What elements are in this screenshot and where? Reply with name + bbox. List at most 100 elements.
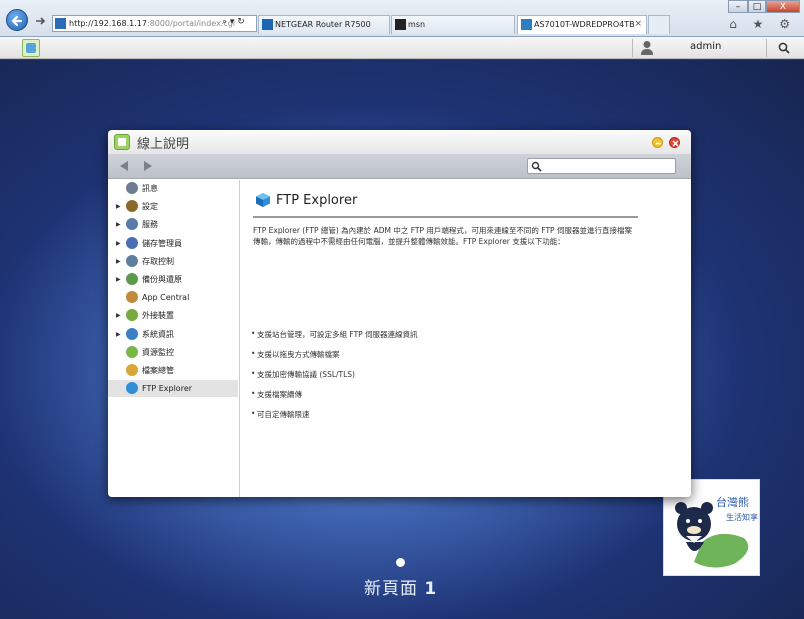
backup-icon: [126, 273, 138, 285]
access-control-icon: [126, 254, 138, 267]
sidebar-item-label: 資源監控: [142, 347, 174, 357]
sidebar-item-label: 檔案總管: [142, 366, 174, 375]
adm-home-button[interactable]: [22, 39, 40, 57]
expand-arrow-icon[interactable]: ▶: [116, 198, 121, 215]
home-icon: [26, 43, 36, 53]
browser-forward-button[interactable]: [33, 14, 47, 28]
content-title: FTP Explorer: [276, 193, 358, 208]
services-icon: [126, 218, 138, 231]
sidebar-item-label: 備份與還原: [142, 275, 182, 284]
help-window-title: 線上說明: [137, 137, 190, 152]
msn-icon: [395, 19, 406, 30]
tab-label: AS7010T-WDREDPRO4TB: [534, 20, 635, 29]
sidebar-item[interactable]: ▶ 設定: [108, 198, 238, 215]
sidebar-item-label: App Central: [142, 293, 190, 303]
content-intro: FTP Explorer (FTP 總管) 為內建於 ADM 中之 FTP 用戶…: [253, 226, 632, 246]
sidebar-item[interactable]: ▶ 儲存管理員: [108, 235, 238, 252]
browser-toolbar: http://192.168.1.17:8000/portal/index.cg…: [0, 0, 804, 37]
sidebar-item[interactable]: App Central: [108, 289, 238, 306]
sidebar-item[interactable]: FTP Explorer: [108, 380, 238, 398]
page-indicator-dot[interactable]: [396, 558, 405, 567]
expand-arrow-icon[interactable]: ▶: [116, 307, 121, 324]
search-icon: [531, 161, 542, 172]
info-icon: [126, 182, 138, 194]
minimize-window-button[interactable]: [652, 137, 663, 148]
forward-arrow-icon[interactable]: [142, 160, 154, 172]
tab-label: NETGEAR Router R7500: [275, 20, 371, 29]
netgear-icon: [262, 19, 273, 30]
svg-text:台灣熊: 台灣熊: [716, 495, 749, 509]
expand-arrow-icon[interactable]: ▶: [116, 253, 121, 270]
user-icon[interactable]: [640, 40, 654, 55]
expand-arrow-icon[interactable]: ▶: [116, 235, 121, 252]
help-search-input[interactable]: [527, 158, 676, 174]
tab-label: msn: [408, 20, 426, 29]
storage-icon: [126, 236, 138, 249]
expand-arrow-icon[interactable]: ▶: [116, 326, 121, 343]
adm-top-bar: admin: [0, 37, 804, 59]
page-label: 新頁面 1: [364, 574, 437, 599]
user-name[interactable]: admin: [690, 41, 721, 52]
sidebar-item-label: 設定: [142, 202, 158, 212]
sidebar-item-label: 服務: [142, 220, 158, 230]
sidebar-item[interactable]: 資源監控: [108, 344, 238, 361]
sidebar-item-label: 存取控制: [142, 256, 174, 266]
resource-monitor-icon: [126, 345, 138, 358]
expand-arrow-icon[interactable]: ▶: [116, 216, 121, 233]
close-window-button[interactable]: X: [766, 0, 800, 13]
system-info-icon: [126, 327, 138, 340]
ftp-explorer-icon: [256, 193, 270, 207]
sidebar-item-label: 外接裝置: [142, 311, 174, 321]
address-url-host: http://192.168.1.17: [69, 19, 147, 28]
help-app-icon: [114, 134, 130, 150]
search-icon[interactable]: [778, 42, 790, 54]
address-tools[interactable]: ⌕ ▾ ↻: [222, 17, 245, 27]
page-number: 1: [424, 579, 438, 599]
divider: [632, 39, 633, 57]
close-tab-icon[interactable]: ×: [634, 16, 642, 33]
command-icons[interactable]: ⌂ ★ ⚙: [729, 17, 796, 31]
help-content: FTP Explorer FTP Explorer (FTP 總管) 為內建於 …: [241, 180, 691, 497]
sidebar-item-label: 儲存管理員: [142, 238, 182, 248]
sidebar-item[interactable]: ▶ 備份與還原: [108, 271, 238, 288]
online-help-window: 線上說明 訊息 ▶ 設定 ▶ 服務 ▶ 儲存管理員 ▶ 存取控制 ▶ 備份與還原 App Centra…: [108, 130, 691, 497]
site-icon: [55, 18, 66, 29]
app-central-icon: [126, 291, 138, 304]
help-window-titlebar[interactable]: 線上說明: [108, 130, 691, 154]
asustor-icon: [521, 19, 532, 30]
divider: [766, 39, 767, 57]
expand-arrow-icon[interactable]: ▶: [116, 271, 121, 288]
feature-item: 支援站台管理，可設定多組 FTP 伺服器連線資訊: [251, 329, 418, 340]
external-device-icon: [126, 309, 138, 322]
browser-back-button[interactable]: [6, 9, 28, 31]
sidebar-item[interactable]: 檔案總管: [108, 362, 238, 379]
sidebar-item[interactable]: ▶ 服務: [108, 216, 238, 233]
tab-msn[interactable]: msn: [391, 15, 515, 34]
gear-icon: [126, 200, 138, 213]
sidebar-item[interactable]: ▶ 外接裝置: [108, 307, 238, 324]
page-label-text: 新頁面: [364, 579, 418, 599]
sidebar-item-label: FTP Explorer: [142, 384, 193, 394]
sidebar-item[interactable]: 訊息: [108, 180, 238, 197]
close-window-button[interactable]: [669, 137, 680, 148]
back-arrow-icon[interactable]: [118, 160, 130, 172]
sidebar-item-label: 訊息: [142, 184, 158, 193]
tab-asustor[interactable]: AS7010T-WDREDPRO4TB ×: [517, 15, 647, 34]
new-tab-button[interactable]: [648, 15, 670, 34]
title-divider: [253, 216, 638, 218]
sidebar-item-label: 系統資訊: [142, 329, 174, 339]
window-controls: – □ X: [728, 0, 800, 14]
back-arrow-icon: [11, 15, 23, 27]
feature-item: 支援檔案續傳: [251, 389, 302, 400]
minimize-icon: [656, 142, 661, 145]
minimize-button[interactable]: –: [728, 0, 748, 13]
sidebar-item[interactable]: ▶ 存取控制: [108, 253, 238, 270]
feature-item: 支援以拖曳方式傳輸檔案: [251, 349, 339, 360]
feature-item: 可自定傳輸限速: [251, 409, 309, 420]
sidebar-item[interactable]: ▶ 系統資訊: [108, 326, 238, 343]
help-toolbar: [108, 154, 691, 179]
tab-netgear[interactable]: NETGEAR Router R7500: [258, 15, 390, 34]
file-explorer-icon: [126, 364, 138, 376]
adm-desktop: 新頁面 1 台灣熊 生活知享 線上說明 訊息 ▶ 設定 ▶ 服務 ▶ 儲存管理員…: [0, 60, 804, 619]
maximize-button[interactable]: □: [748, 0, 766, 13]
